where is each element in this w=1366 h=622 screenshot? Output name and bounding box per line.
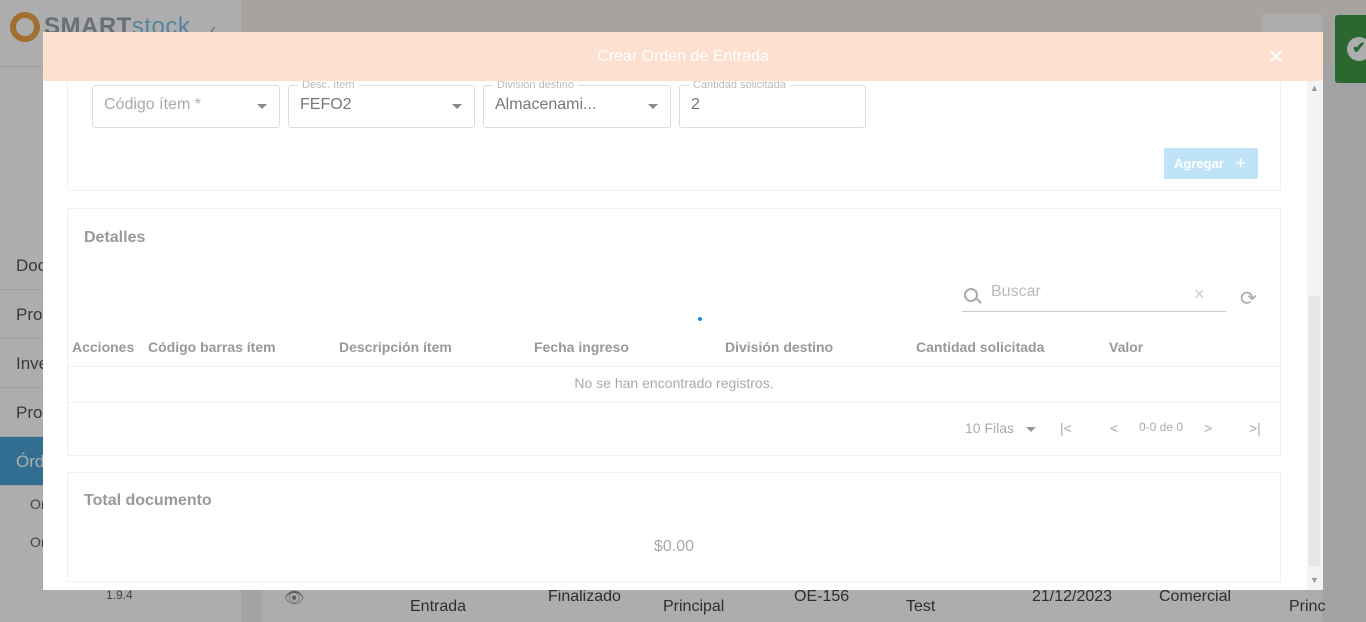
search-input[interactable]: Buscar × — [962, 283, 1226, 312]
total-card: Total documento $0.00 — [67, 472, 1281, 582]
column-header-quantity[interactable]: Cantidad solicitada — [916, 339, 1044, 355]
details-card: Detalles Buscar × ⟳ Acciones Código barr… — [67, 208, 1281, 456]
chevron-down-icon — [648, 104, 658, 109]
chevron-down-icon — [257, 104, 267, 109]
previous-page-icon[interactable]: < — [1110, 420, 1118, 436]
search-placeholder: Buscar — [991, 283, 1041, 300]
details-title: Detalles — [84, 229, 146, 246]
quantity-input[interactable]: Cantidad solicitada 2 — [679, 81, 866, 128]
first-page-icon[interactable]: |< — [1060, 420, 1072, 436]
next-page-icon[interactable]: > — [1204, 420, 1212, 436]
plus-icon: + — [1235, 153, 1246, 173]
dialog-body: Código ítem * Desc. ítem FEFO2 División … — [43, 81, 1307, 590]
column-header-description[interactable]: Descripción ítem — [339, 339, 452, 355]
loading-spinner-icon — [698, 317, 702, 321]
refresh-icon[interactable]: ⟳ — [1240, 286, 1257, 311]
dialog-header: Crear Orden de Entrada × — [43, 32, 1323, 81]
destination-division-select[interactable]: División destino Almacenami... — [483, 81, 671, 128]
total-title: Total documento — [84, 492, 212, 509]
column-header-value[interactable]: Valor — [1109, 339, 1143, 355]
rows-per-page-select[interactable]: 10 Filas — [965, 420, 1036, 436]
total-value: $0.00 — [653, 538, 695, 555]
empty-message: No se han encontrado registros. — [574, 375, 774, 391]
search-icon — [964, 288, 978, 302]
last-page-icon[interactable]: >| — [1249, 420, 1261, 436]
page-range: 0-0 de 0 — [1139, 420, 1184, 434]
destination-division-label: División destino — [493, 81, 579, 91]
chevron-down-icon — [1025, 426, 1036, 432]
quantity-value: 2 — [691, 96, 700, 113]
scroll-down-icon[interactable]: ▼ — [1310, 575, 1319, 585]
item-code-select[interactable]: Código ítem * — [92, 85, 280, 128]
item-code-placeholder: Código ítem * — [104, 96, 201, 113]
add-button-label: Agregar — [1174, 156, 1224, 171]
create-entry-order-dialog: Crear Orden de Entrada × Código ítem * D… — [43, 32, 1323, 590]
column-header-actions[interactable]: Acciones — [72, 339, 134, 355]
clear-icon[interactable]: × — [1194, 284, 1205, 305]
close-icon[interactable]: × — [1263, 43, 1289, 69]
item-desc-select[interactable]: Desc. ítem FEFO2 — [288, 81, 475, 128]
dialog-title: Crear Orden de Entrada — [597, 48, 769, 65]
column-header-entry-date[interactable]: Fecha ingreso — [534, 339, 629, 355]
add-button[interactable]: Agregar + — [1164, 148, 1258, 179]
scroll-thumb[interactable] — [1309, 296, 1320, 566]
item-desc-label: Desc. ítem — [298, 81, 359, 91]
column-header-barcode[interactable]: Código barras ítem — [148, 339, 276, 355]
item-desc-value: FEFO2 — [300, 96, 352, 113]
item-form-card: Código ítem * Desc. ítem FEFO2 División … — [67, 81, 1281, 191]
destination-division-value: Almacenami... — [495, 96, 597, 113]
column-header-division[interactable]: División destino — [725, 339, 833, 355]
scroll-up-icon[interactable]: ▲ — [1310, 83, 1319, 93]
chevron-down-icon — [452, 104, 462, 109]
quantity-label: Cantidad solicitada — [689, 81, 790, 91]
dialog-scrollbar[interactable]: ▲ ▼ — [1307, 81, 1323, 590]
